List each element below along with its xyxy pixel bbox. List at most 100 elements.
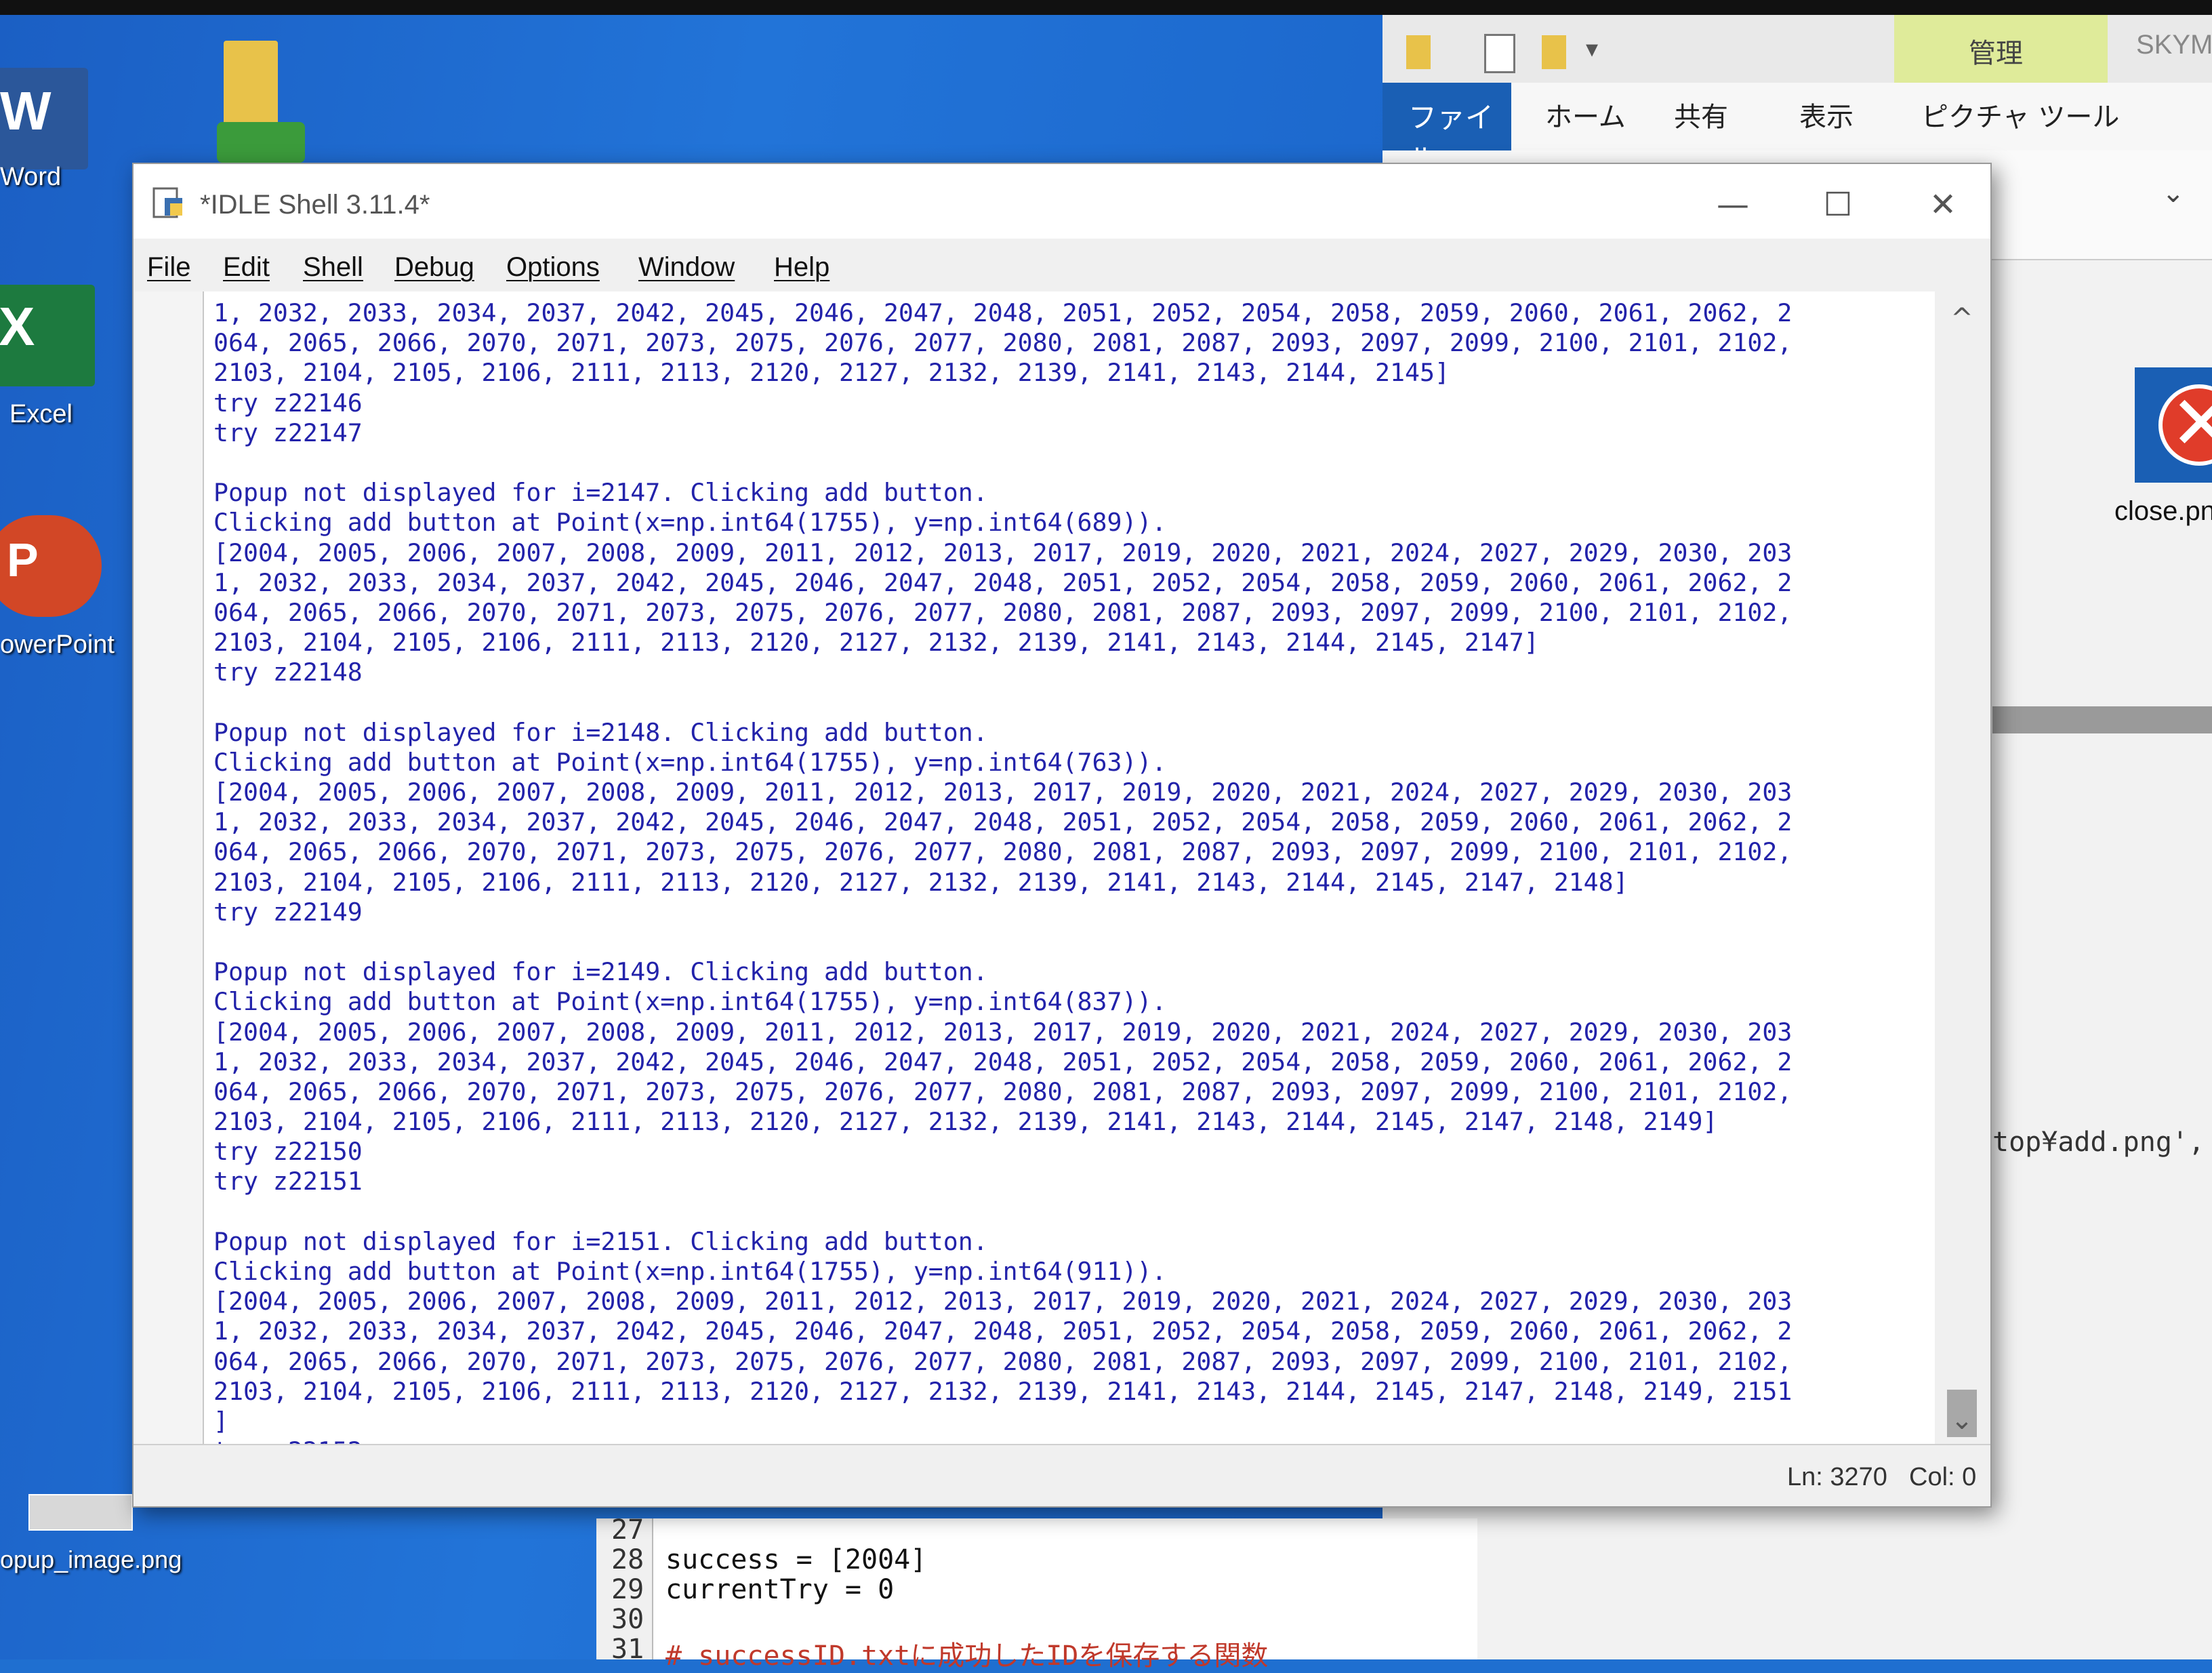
shell-output-line [213,687,1792,717]
code-line[interactable]: success = [2004] [665,1544,926,1575]
window-title: *IDLE Shell 3.11.4* [200,190,430,220]
desktop-icon-label: Excel [9,400,73,428]
shell-output-line: 1, 2032, 2033, 2034, 2037, 2042, 2045, 2… [213,1316,1793,1346]
manage-context-tab[interactable]: 管理 [1894,15,2108,83]
desktop-icon-label: opup_image.png [0,1546,182,1573]
shell-output-line: 2103, 2104, 2105, 2106, 2111, 2113, 2120… [213,628,1539,658]
title-bar[interactable]: *IDLE Shell 3.11.4* — ☐ ✕ [134,164,1990,239]
shell-output-line: Popup not displayed for i=2149. Clicking… [213,957,988,987]
menu-debug[interactable]: Debug [394,252,474,283]
chevron-down-icon[interactable]: ⌄ [2162,178,2185,209]
shell-output-line [213,1197,1792,1227]
shell-output-line [213,448,1792,478]
desktop-icon-folder-shortcut[interactable] [203,27,325,163]
desktop-icon-excel[interactable]: X Excel [0,285,108,434]
desktop-icon-popup-image[interactable]: opup_image.png [0,1491,217,1600]
shell-output-line: 1, 2032, 2033, 2034, 2037, 2042, 2045, 2… [213,567,1793,597]
shell-output-line: 2103, 2104, 2105, 2106, 2111, 2113, 2120… [213,1107,1718,1137]
window-title-fragment: SKYM [2136,30,2212,60]
shell-output-line: 064, 2065, 2066, 2070, 2071, 2073, 2075,… [213,597,1793,627]
shell-output-line: 2103, 2104, 2105, 2106, 2111, 2113, 2120… [213,867,1629,897]
menu-options[interactable]: Options [506,252,600,283]
folder-icon [224,41,278,136]
shell-output-line: ] [213,1406,228,1436]
file-label: close.pn [2114,496,2212,526]
shell-output-line: try z22150 [213,1137,363,1167]
menu-file[interactable]: File [147,252,190,283]
top-edge [0,0,2212,15]
shell-output-line: 1, 2032, 2033, 2034, 2037, 2042, 2045, 2… [213,1047,1793,1076]
python-idle-icon [152,187,182,218]
image-thumbnail-icon [28,1494,133,1531]
divider-bar [1992,706,2212,733]
menu-edit[interactable]: Edit [223,252,270,283]
status-bar: Ln: 3270 Col: 0 [134,1444,1990,1506]
line-number: 28 [611,1544,644,1575]
shell-output-line: Popup not displayed for i=2148. Clicking… [213,717,988,747]
shell-output-line: try z22152 [213,1436,1792,1444]
shell-output-line: Clicking add button at Point(x=np.int64(… [213,1257,1167,1286]
tab-picture-tools[interactable]: ピクチャ ツール [1921,95,2119,134]
shell-output-line: 064, 2065, 2066, 2070, 2071, 2073, 2075,… [213,328,1793,358]
manage-tab-label: 管理 [1969,38,2023,69]
shell-output-area[interactable]: 1, 2032, 2033, 2034, 2037, 2042, 2045, 2… [203,291,1936,1444]
folder-icon[interactable] [1406,35,1431,69]
menu-shell[interactable]: Shell [303,252,363,283]
status-column-number: Col: 0 [1909,1463,1977,1491]
scroll-down-icon[interactable]: ⌄ [1935,1400,1989,1440]
tab-home[interactable]: ホーム [1545,95,1626,134]
menu-help[interactable]: Help [774,252,830,283]
shell-output-line: try z22146 [213,388,363,418]
maximize-button[interactable]: ☐ [1797,178,1879,232]
comment-line[interactable]: # successID.txtに成功したIDを保存する関数 [665,1634,1268,1673]
shell-output-line: 1, 2032, 2033, 2034, 2037, 2042, 2045, 2… [213,807,1793,837]
shell-output-line: Clicking add button at Point(x=np.int64(… [213,508,1167,538]
scroll-up-icon[interactable]: ^ [1935,298,1989,339]
shell-output-line: try z22148 [213,658,363,687]
properties-icon[interactable] [1484,34,1515,73]
idle-shell-window: *IDLE Shell 3.11.4* — ☐ ✕ File Edit Shel… [132,163,1992,1508]
shell-output-line: try z22149 [213,897,363,927]
minimize-button[interactable]: — [1692,178,1774,232]
desktop-icon-word[interactable]: W Word [0,54,108,203]
tab-view[interactable]: 表示 [1799,95,1853,134]
line-number: 29 [611,1574,644,1605]
chevron-down-icon[interactable]: ▾ [1586,35,1598,63]
desktop-icon-powerpoint[interactable]: P owerPoint [0,515,136,678]
status-line-number: Ln: 3270 [1787,1463,1887,1491]
shell-output-line: Popup not displayed for i=2151. Clicking… [213,1226,988,1256]
x-mark-icon: ✕ [2170,380,2212,466]
shell-output-line: Clicking add button at Point(x=np.int64(… [213,747,1167,777]
shell-output-line: 064, 2065, 2066, 2070, 2071, 2073, 2075,… [213,837,1793,867]
shell-output-line: 1, 2032, 2033, 2034, 2037, 2042, 2045, 2… [213,298,1793,327]
close-button[interactable]: ✕ [1902,178,1984,232]
tab-file[interactable]: ファイル [1382,83,1511,176]
shell-output-line: 2103, 2104, 2105, 2106, 2111, 2113, 2120… [213,1376,1793,1406]
shell-output-line: [2004, 2005, 2006, 2007, 2008, 2009, 201… [213,778,1793,807]
menu-bar: File Edit Shell Debug Options Window Hel… [134,239,1990,291]
shell-output-line: [2004, 2005, 2006, 2007, 2008, 2009, 201… [213,1017,1793,1047]
shell-output-line: try z22147 [213,418,363,447]
shell-output-line: Clicking add button at Point(x=np.int64(… [213,987,1167,1017]
shell-output-line: [2004, 2005, 2006, 2007, 2008, 2009, 201… [213,538,1793,567]
shell-output-line: [2004, 2005, 2006, 2007, 2008, 2009, 201… [213,1287,1793,1316]
shortcut-arrow-icon [217,122,305,163]
word-icon: W [0,68,88,169]
shell-output-line: try z22151 [213,1167,363,1196]
vertical-scrollbar[interactable]: ^ ⌄ [1935,291,1989,1444]
shell-output-line: 064, 2065, 2066, 2070, 2071, 2073, 2075,… [213,1346,1793,1376]
tab-share[interactable]: 共有 [1674,95,1728,134]
line-number: 27 [611,1514,644,1546]
powerpoint-icon: P [0,515,102,617]
menu-window[interactable]: Window [638,252,735,283]
shell-output-lines: 1, 2032, 2033, 2034, 2037, 2042, 2045, 2… [213,298,1792,1444]
code-line[interactable]: currentTry = 0 [665,1574,894,1605]
code-fragment: top¥add.png', [1992,1127,2205,1158]
code-editor-window: 27 28 29 30 31 success = [2004] currentT… [596,1514,1477,1672]
excel-icon: X [0,285,95,386]
line-number: 30 [611,1604,644,1635]
new-folder-icon[interactable] [1542,35,1566,69]
shell-output-line: 064, 2065, 2066, 2070, 2071, 2073, 2075,… [213,1076,1793,1106]
shell-output-line [213,927,1792,957]
shell-output-line: Popup not displayed for i=2147. Clicking… [213,478,988,508]
